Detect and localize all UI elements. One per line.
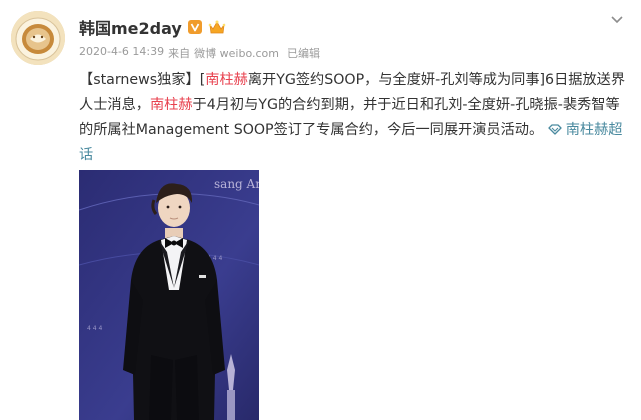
source-prefix: 来自 <box>168 47 191 60</box>
post-meta: 2020-4-6 14:39 来自 微博 weibo.com 已编辑 <box>79 45 320 61</box>
verified-badge-icon <box>187 20 202 34</box>
highlighted-name: 南柱赫 <box>205 72 248 88</box>
post-tag: 【starnews独家】 <box>79 72 200 88</box>
chevron-down-icon[interactable] <box>609 14 625 26</box>
post-timestamp[interactable]: 2020-4-6 14:39 <box>79 45 164 61</box>
post-content: 【starnews独家】[南柱赫离开YG签约SOOP，与全度妍-孔刘等成为同事]… <box>79 68 627 168</box>
author-row: 韩国me2day <box>79 15 226 39</box>
coffee-cup-avatar-image <box>11 11 65 65</box>
highlighted-name: 南柱赫 <box>149 97 193 113</box>
super-topic-icon <box>548 124 562 135</box>
post-photo[interactable]: sang Art 4 4 4 4 4 4 4 4 4 <box>79 170 259 420</box>
crown-badge-icon <box>208 19 226 35</box>
svg-text:4 4 4: 4 4 4 <box>87 325 102 332</box>
avatar[interactable] <box>11 11 65 65</box>
backdrop-text: sang Art <box>214 177 259 191</box>
edited-label[interactable]: 已编辑 <box>287 45 320 61</box>
author-name[interactable]: 韩国me2day <box>79 15 182 39</box>
post-source[interactable]: 微博 weibo.com <box>194 45 279 61</box>
man-in-tuxedo-photo: sang Art 4 4 4 4 4 4 4 4 4 <box>79 170 259 420</box>
